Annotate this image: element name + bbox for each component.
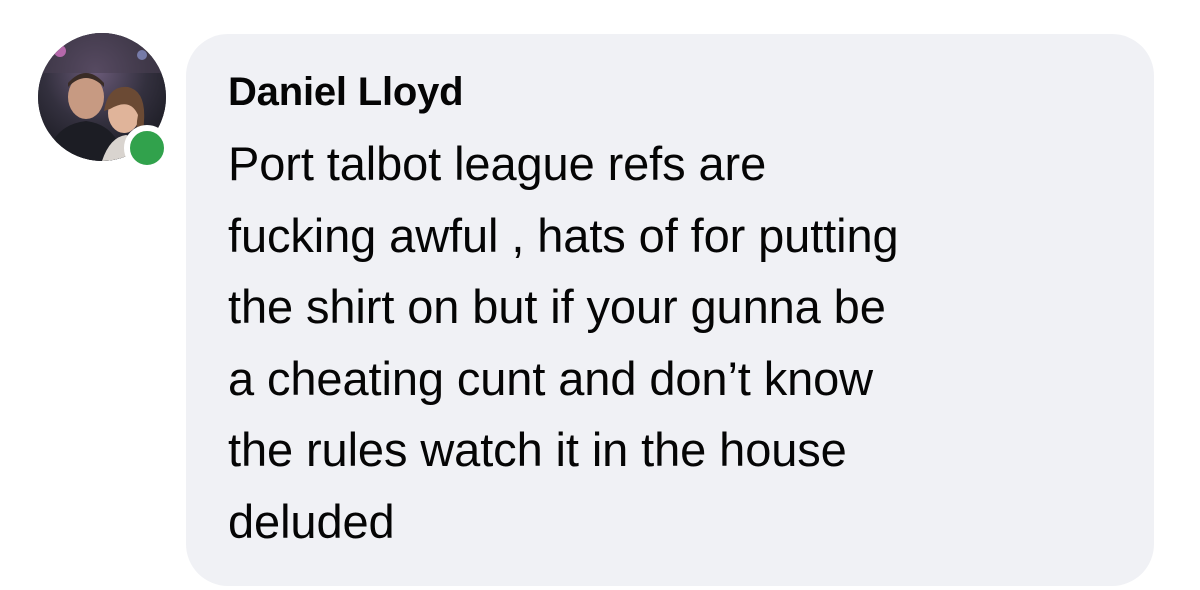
online-status-icon <box>124 125 170 171</box>
comment: Daniel Lloyd Port talbot league refs are… <box>0 0 1200 590</box>
author-name[interactable]: Daniel Lloyd <box>228 64 1114 120</box>
avatar-container[interactable] <box>38 33 170 171</box>
comment-text: Port talbot league refs are fucking awfu… <box>228 137 899 548</box>
comment-bubble: Daniel Lloyd Port talbot league refs are… <box>186 34 1154 586</box>
